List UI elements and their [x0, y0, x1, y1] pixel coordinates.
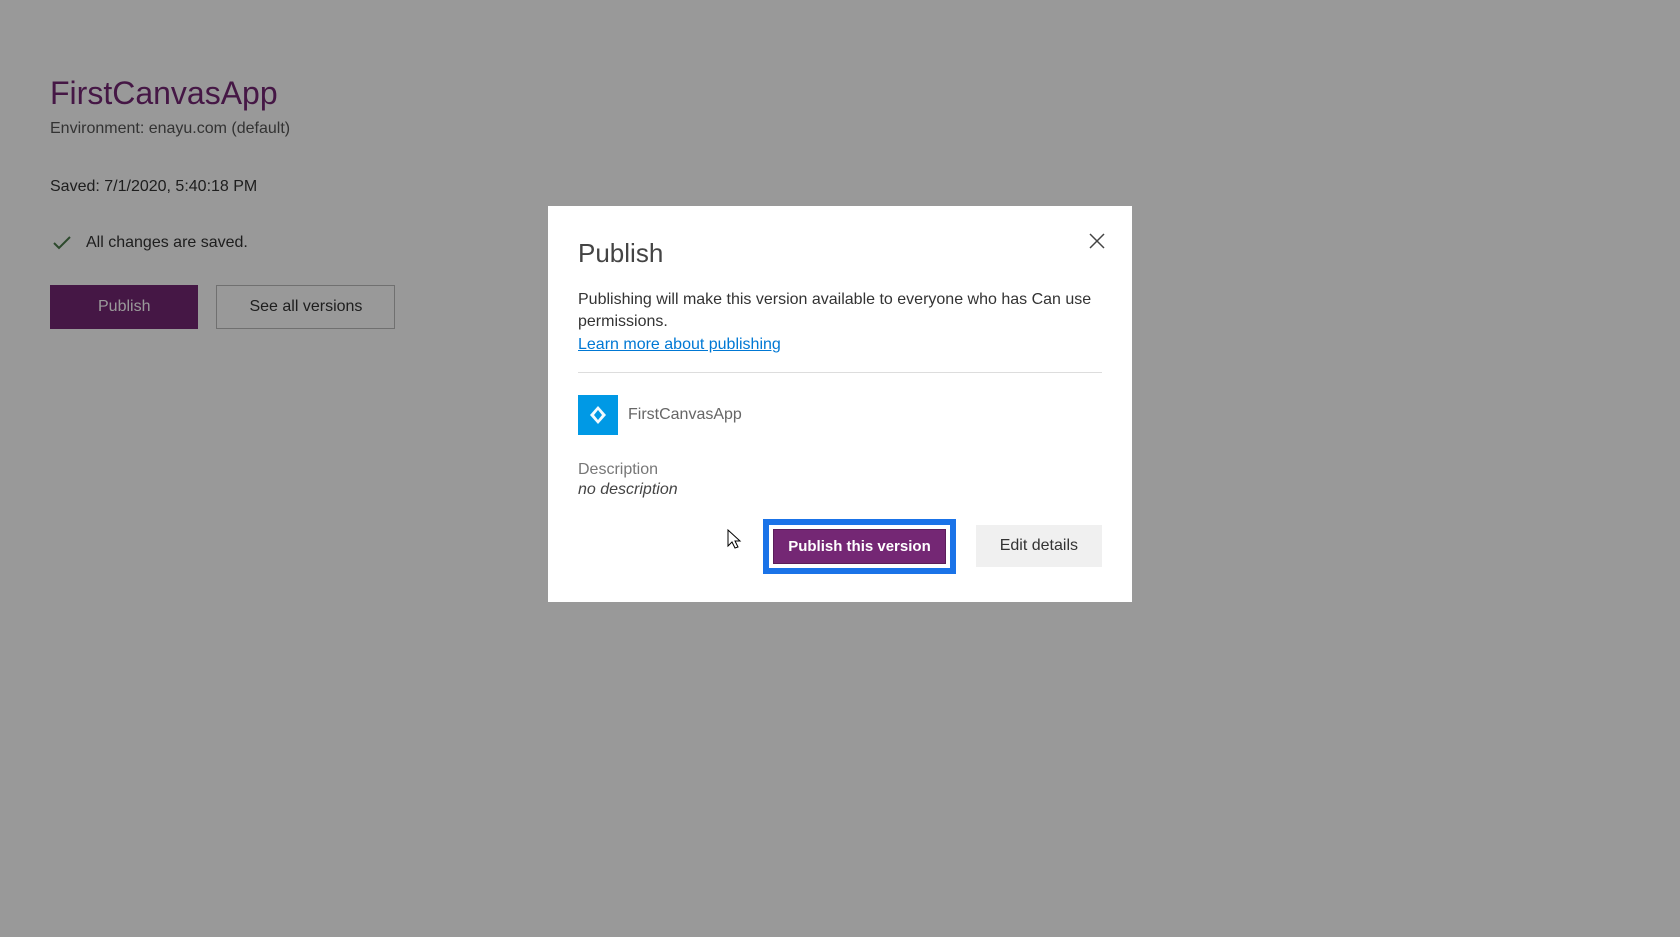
- modal-app-name: FirstCanvasApp: [628, 406, 742, 424]
- app-info-row: FirstCanvasApp: [578, 395, 1102, 435]
- modal-title: Publish: [578, 238, 1102, 269]
- modal-description: Publishing will make this version availa…: [578, 289, 1102, 334]
- learn-more-link[interactable]: Learn more about publishing: [578, 336, 781, 354]
- publish-version-button[interactable]: Publish this version: [773, 529, 946, 564]
- close-icon: [1088, 232, 1106, 253]
- divider: [578, 372, 1102, 373]
- modal-overlay: Publish Publishing will make this versio…: [0, 0, 1680, 937]
- close-button[interactable]: [1082, 226, 1112, 259]
- publish-modal: Publish Publishing will make this versio…: [548, 206, 1132, 602]
- description-value: no description: [578, 481, 1102, 499]
- app-icon: [578, 395, 618, 435]
- modal-footer: Publish this version Edit details: [578, 519, 1102, 574]
- edit-details-button[interactable]: Edit details: [976, 525, 1102, 567]
- highlight-wrapper: Publish this version: [763, 519, 956, 574]
- description-label: Description: [578, 461, 1102, 479]
